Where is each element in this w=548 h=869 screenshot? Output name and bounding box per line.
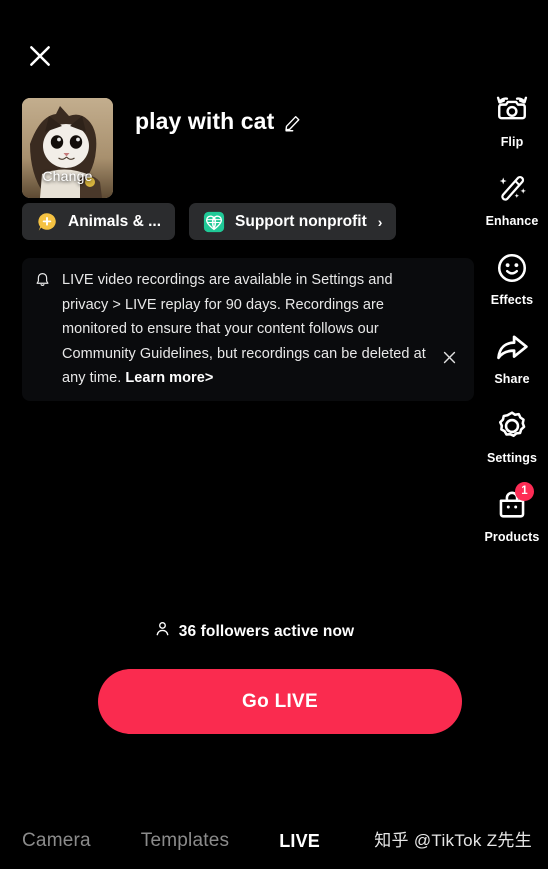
notice-text: LIVE video recordings are available in S… xyxy=(62,272,426,386)
rail-label-effects: Effects xyxy=(490,293,534,307)
share-arrow-icon xyxy=(494,329,530,365)
rail-label-enhance: Enhance xyxy=(485,214,539,228)
chip-row: Animals & ... Support nonprofit › xyxy=(22,203,397,240)
rail-label-products: Products xyxy=(484,530,540,544)
magic-wand-icon xyxy=(494,171,530,207)
topic-bubble-icon xyxy=(38,212,56,231)
rail-label-flip: Flip xyxy=(500,135,524,149)
live-title: play with cat xyxy=(135,108,275,134)
person-icon xyxy=(154,620,171,643)
rail-item-share[interactable]: Share xyxy=(476,329,548,386)
learn-more-link[interactable]: Learn more> xyxy=(125,370,213,386)
shopping-bag-icon: 1 xyxy=(494,482,534,523)
topic-chip[interactable]: Animals & ... xyxy=(22,203,176,240)
close-button[interactable] xyxy=(22,38,58,74)
gear-icon xyxy=(494,408,530,444)
camera-flip-icon xyxy=(494,92,530,128)
topic-chip-label: Animals & ... xyxy=(68,212,162,230)
products-badge: 1 xyxy=(515,482,534,501)
rail-item-products[interactable]: 1 Products xyxy=(476,482,548,544)
tools-rail: Flip Enhance Effects Share Settings 1 Pr… xyxy=(476,92,548,566)
rail-item-effects[interactable]: Effects xyxy=(476,250,548,307)
rail-item-enhance[interactable]: Enhance xyxy=(476,171,548,228)
tab-templates[interactable]: Templates xyxy=(141,830,229,852)
notice-close-button[interactable] xyxy=(436,344,462,370)
cover-thumbnail[interactable]: Change xyxy=(22,98,113,198)
notice-body: LIVE video recordings are available in S… xyxy=(62,268,430,391)
bell-icon xyxy=(34,271,51,294)
go-live-button[interactable]: Go LIVE xyxy=(98,669,462,734)
live-setup-screen: Change play with cat Animals & ... Suppo… xyxy=(0,0,548,869)
smiley-face-icon xyxy=(494,250,530,286)
rail-label-settings: Settings xyxy=(486,451,538,465)
globe-heart-icon xyxy=(203,211,225,232)
live-replay-notice: LIVE video recordings are available in S… xyxy=(22,258,474,401)
close-icon xyxy=(30,46,50,66)
rail-item-flip[interactable]: Flip xyxy=(476,92,548,149)
close-icon xyxy=(443,351,455,363)
active-followers: 36 followers active now xyxy=(0,620,548,643)
rail-label-share: Share xyxy=(494,372,530,386)
chevron-right-icon: › xyxy=(377,213,383,230)
tab-live[interactable]: LIVE xyxy=(279,831,320,852)
nonprofit-chip-label: Support nonprofit xyxy=(235,212,367,230)
change-cover-label: Change xyxy=(42,168,93,184)
active-followers-text: 36 followers active now xyxy=(178,622,355,640)
rail-item-settings[interactable]: Settings xyxy=(476,408,548,465)
nonprofit-chip[interactable]: Support nonprofit › xyxy=(189,203,397,240)
mode-tab-bar: Camera Templates LIVE 知乎 @TikTok Z先生 xyxy=(0,813,548,869)
watermark: 知乎 @TikTok Z先生 xyxy=(374,831,532,850)
live-title-row[interactable]: play with cat xyxy=(135,98,304,135)
pencil-edit-icon[interactable] xyxy=(283,111,304,132)
live-header: Change play with cat xyxy=(22,98,304,198)
go-live-label: Go LIVE xyxy=(242,690,318,712)
tab-camera[interactable]: Camera xyxy=(22,830,91,852)
